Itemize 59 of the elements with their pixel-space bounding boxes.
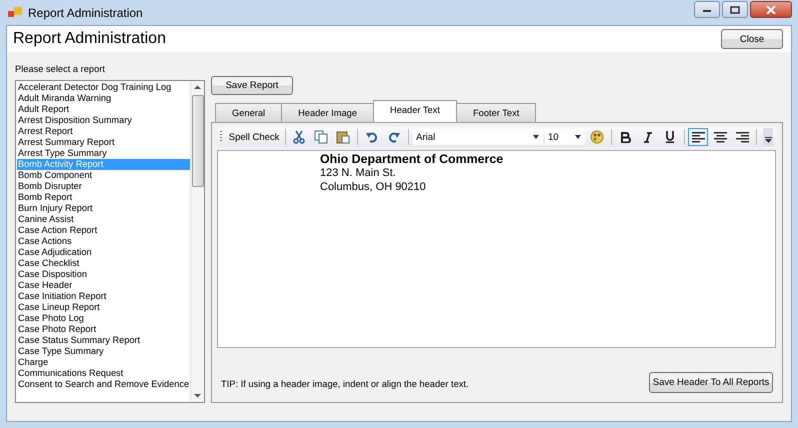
header-text-line: 123 N. Main St. [320, 166, 397, 180]
maximize-button[interactable] [722, 1, 748, 18]
report-list-item[interactable]: Case Actions [17, 236, 190, 247]
report-list-item[interactable]: Case Checklist [17, 258, 190, 269]
app-icon [8, 6, 22, 18]
overflow-icon[interactable] [763, 128, 774, 146]
report-list-item[interactable]: Charge [17, 357, 190, 368]
tab[interactable]: Header Text [373, 100, 457, 122]
report-list-item[interactable]: Canine Assist [17, 214, 190, 225]
report-list-item[interactable]: Case Photo Log [17, 313, 190, 324]
report-list-item[interactable]: Case Status Summary Report [17, 335, 190, 346]
report-list-item[interactable]: Adult Report [17, 104, 190, 115]
report-list-item[interactable]: Case Adjudication [17, 247, 190, 258]
font-dropdown[interactable]: Arial [413, 129, 544, 145]
report-list-item[interactable]: Case Type Summary [17, 346, 190, 357]
report-list-item[interactable]: Case Disposition [17, 269, 190, 280]
tip-text: TIP: If using a header image, indent or align the header text. [221, 379, 469, 389]
font-size-dropdown[interactable]: 10 [545, 129, 585, 145]
report-list-item[interactable]: Case Lineup Report [17, 302, 190, 313]
report-list-item[interactable]: Case Action Report [17, 225, 190, 236]
report-list-item[interactable]: Bomb Disrupter [17, 181, 190, 192]
align-left-icon[interactable] [688, 128, 708, 146]
report-list-label: Please select a report [15, 64, 106, 76]
scroll-up-icon[interactable] [193, 84, 202, 90]
minimize-button[interactable] [694, 1, 720, 18]
header-text-line: Ohio Department of Commerce [320, 152, 504, 166]
report-list-item[interactable]: Adult Miranda Warning [17, 93, 190, 104]
report-list-item[interactable]: Bomb Component [17, 170, 190, 181]
report-list-item[interactable]: Burn Injury Report [17, 203, 190, 214]
report-list-item[interactable]: Consent to Search and Remove Evidence [17, 379, 190, 390]
scroll-down-icon[interactable] [193, 393, 202, 399]
report-list-item[interactable]: Arrest Type Summary [17, 148, 190, 159]
caret-icon [533, 135, 540, 139]
report-list-item[interactable]: Communications Request [17, 368, 190, 379]
save-header-button[interactable]: Save Header To All Reports [649, 372, 773, 393]
tab[interactable]: Footer Text [456, 103, 536, 122]
window-title: Report Administration [28, 6, 143, 20]
close-window-button[interactable] [750, 1, 792, 18]
close-icon [766, 6, 776, 14]
tab[interactable]: Header Image [281, 103, 374, 122]
report-list-item[interactable]: Bomb Report [17, 192, 190, 203]
report-list-item[interactable]: Case Header [17, 280, 190, 291]
caret-icon [574, 135, 582, 139]
report-list-item[interactable]: Case Initiation Report [17, 291, 190, 302]
scrollbar-thumb[interactable] [192, 95, 204, 187]
spell-check-button[interactable]: Spell Check [228, 128, 280, 146]
header-text-line: Columbus, OH 90210 [320, 180, 427, 194]
report-list-item[interactable]: Accelerant Detector Dog Training Log [17, 82, 190, 93]
header-text-editor[interactable]: Ohio Department of Commerce 123 N. Main St. Columbus, OH 90210 [217, 150, 776, 348]
report-list-item[interactable]: Arrest Disposition Summary [17, 115, 190, 126]
vertical-scrollbar[interactable] [190, 81, 204, 402]
report-list-item[interactable]: Arrest Summary Report [17, 137, 190, 148]
maximize-icon [730, 6, 740, 14]
report-list-item[interactable]: Arrest Report [17, 126, 190, 137]
save-report-button[interactable]: Save Report [211, 76, 293, 95]
close-button[interactable]: Close [721, 29, 783, 49]
report-list-item[interactable]: Case Photo Report [17, 324, 190, 335]
tab[interactable]: General [215, 103, 282, 122]
page-heading: Report Administration [13, 30, 166, 48]
